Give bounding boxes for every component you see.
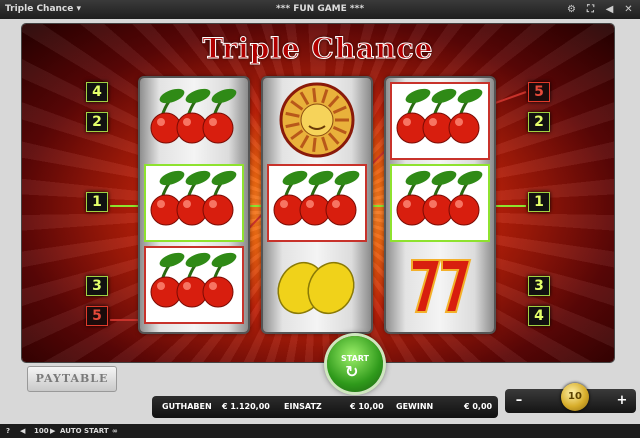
line-badge-right-4: 4 xyxy=(528,306,550,326)
mode-label: *** FUN GAME *** xyxy=(275,4,365,14)
chevron-right-icon[interactable]: ▶ xyxy=(50,427,55,435)
line-badge-right-3: 3 xyxy=(528,276,550,296)
cherry-icon xyxy=(273,170,360,226)
reel-3-cherry-symbol xyxy=(390,82,490,160)
win-label: GEWINN xyxy=(396,402,434,411)
sun-icon xyxy=(279,82,355,158)
fullscreen-icon[interactable]: ⛶ xyxy=(583,2,598,17)
cherry-icon xyxy=(150,170,237,226)
autostart-label[interactable]: AUTO START xyxy=(60,427,109,435)
balance-label: GUTHABEN xyxy=(162,402,212,411)
paytable-button[interactable]: PAYTABLE xyxy=(27,366,117,392)
reel-3-cherry-symbol xyxy=(390,164,490,242)
seven-icon xyxy=(411,259,472,313)
sound-icon[interactable]: ◀ xyxy=(602,2,617,17)
reel-1-cherry-symbol xyxy=(144,82,244,160)
cherry-icon xyxy=(150,88,237,144)
line-badge-left-1: 1 xyxy=(86,192,108,212)
chevron-left-icon[interactable]: ◀ xyxy=(20,427,25,435)
stake-selector: – 10 + xyxy=(505,383,636,413)
top-bar: Triple Chance ▾ *** FUN GAME *** ⚙ ⛶ ◀ ✕ xyxy=(0,0,640,19)
reel-1-cherry-symbol xyxy=(144,164,244,242)
line-badge-right-5: 5 xyxy=(528,82,550,102)
line-badge-left-2: 2 xyxy=(86,112,108,132)
line-badge-left-3: 3 xyxy=(86,276,108,296)
cherry-icon xyxy=(396,170,483,226)
reel-2-cherry-symbol xyxy=(267,164,367,242)
gear-icon[interactable]: ⚙ xyxy=(564,2,579,17)
reel-3-seven-symbol xyxy=(390,246,490,324)
bet-label: EINSATZ xyxy=(284,402,322,411)
start-button[interactable]: START ↻ xyxy=(327,336,383,392)
line-badge-left-4: 4 xyxy=(86,82,108,102)
stake-minus-button[interactable]: – xyxy=(511,392,527,410)
footer-bar: ? ◀ 100 ▶ AUTO START ∞ xyxy=(0,424,640,438)
reel-1-cherry-symbol xyxy=(144,246,244,324)
close-icon[interactable]: ✕ xyxy=(621,2,636,17)
reel-2-sun-symbol xyxy=(267,82,367,160)
lemon-icon xyxy=(277,261,355,315)
spin-arrow-icon: ↻ xyxy=(345,362,359,381)
cherry-icon xyxy=(396,88,483,144)
cherry-icon xyxy=(150,252,237,308)
balance-value: € 1.120,00 xyxy=(222,402,270,411)
line-badge-right-1: 1 xyxy=(528,192,550,212)
infinity-icon: ∞ xyxy=(112,427,118,435)
stake-plus-button[interactable]: + xyxy=(614,392,630,410)
win-value: € 0,00 xyxy=(464,402,493,411)
status-bar: GUTHABEN € 1.120,00 EINSATZ € 10,00 GEWI… xyxy=(152,396,498,418)
game-frame: Triple Chance 4213552134 xyxy=(22,24,614,362)
line-badge-left-5: 5 xyxy=(86,306,108,326)
autostart-count: 100 xyxy=(34,427,49,435)
reel-2-lemon-symbol xyxy=(267,246,367,324)
help-button[interactable]: ? xyxy=(6,427,10,435)
line-badge-right-2: 2 xyxy=(528,112,550,132)
bet-value: € 10,00 xyxy=(350,402,384,411)
stake-coin: 10 xyxy=(561,383,589,411)
